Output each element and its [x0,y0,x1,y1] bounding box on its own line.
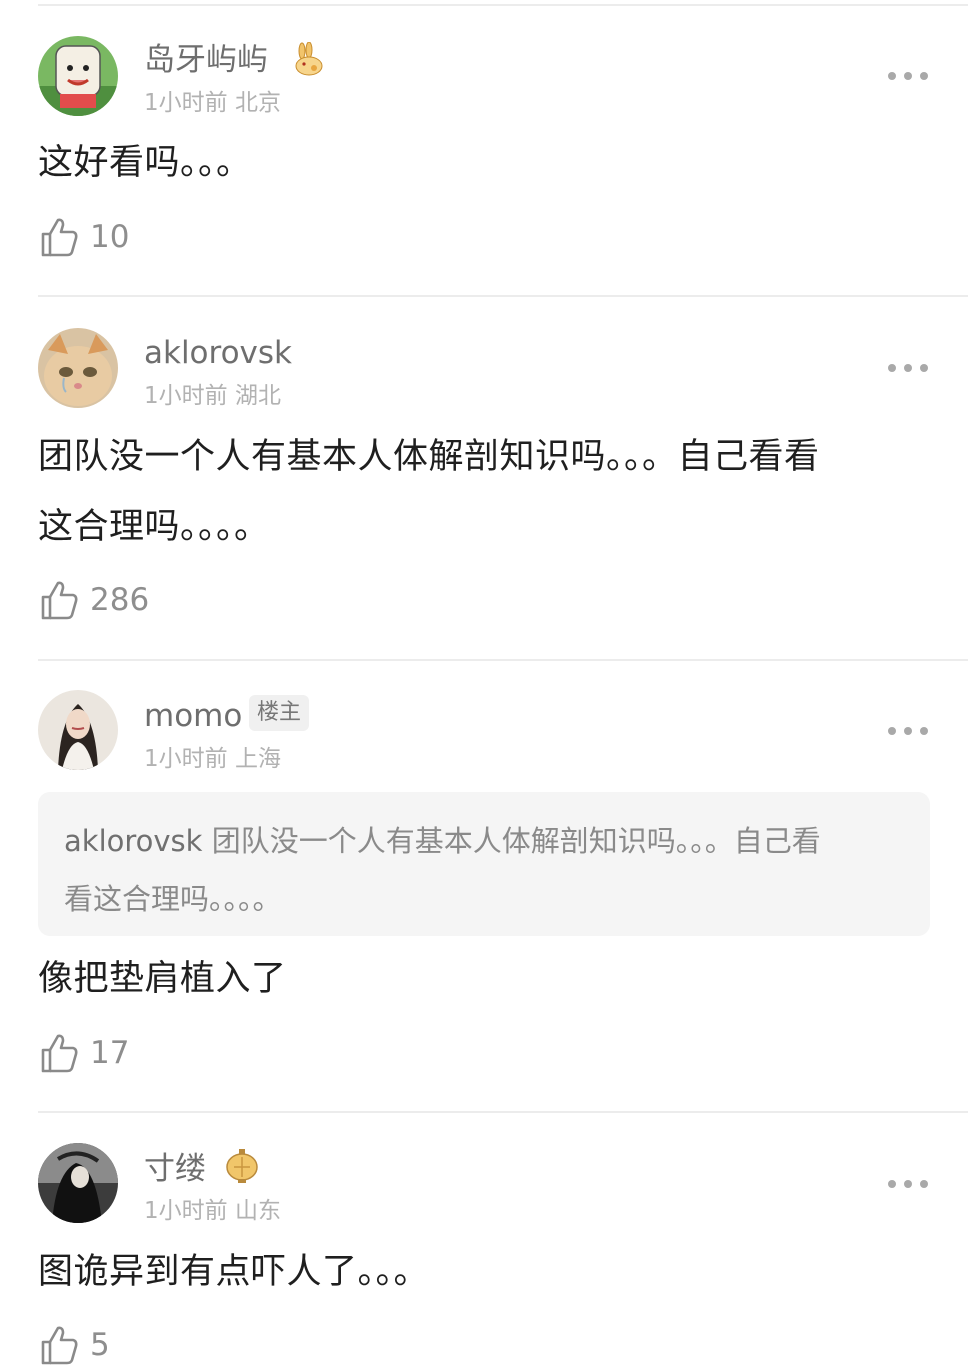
lantern-badge-icon [224,1148,260,1184]
more-dot-icon [888,727,896,735]
like-count: 17 [90,1035,130,1071]
more-options-button[interactable] [888,68,928,84]
thumbs-up-icon [41,218,78,257]
comment-meta: 1小时前 山东 [144,1196,281,1226]
like-button[interactable]: 17 [40,1033,129,1073]
op-badge: 楼主 [249,695,310,731]
username[interactable]: 寸缕 [144,1149,206,1189]
like-button[interactable]: 10 [40,217,129,257]
quoted-text: 团队没一个人有基本人体解剖知识吗。。。自己看 [211,824,821,858]
more-dot-icon [920,364,928,372]
location: 上海 [234,746,281,772]
avatar[interactable] [38,328,118,408]
thumbs-up-icon [41,1034,78,1073]
avatar[interactable] [38,690,118,770]
top-divider [38,4,968,6]
comment-meta: 1小时前 北京 [144,88,281,118]
like-button[interactable]: 5 [40,1325,110,1365]
timestamp: 1小时前 [144,746,228,772]
more-options-button[interactable] [888,723,928,739]
more-options-button[interactable] [888,1176,928,1192]
comment-divider [38,1111,968,1113]
ink-figure-avatar-icon [38,1143,118,1223]
quoted-reply-line: aklorovsk 团队没一个人有基本人体解剖知识吗。。。自己看 [64,812,904,870]
more-dot-icon [888,1180,896,1188]
more-dot-icon [904,1180,912,1188]
comment-meta: 1小时前 上海 [144,744,281,774]
comment-text: 团队没一个人有基本人体解剖知识吗。。。自己看看 这合理吗。。。。 [38,422,928,562]
more-dot-icon [920,1180,928,1188]
more-dot-icon [904,72,912,80]
rabbit-badge-icon [290,41,326,78]
more-dot-icon [888,72,896,80]
woman-avatar-icon [38,690,118,770]
username[interactable]: momo [144,696,242,736]
comment-text: 这好看吗。。。 [38,143,252,183]
more-dot-icon [888,364,896,372]
comment-divider [38,295,968,297]
more-dot-icon [920,727,928,735]
quoted-text: 看这合理吗。。。。 [64,882,282,916]
cat-avatar-icon [38,328,118,408]
like-button[interactable]: 286 [40,580,149,620]
timestamp: 1小时前 [144,1198,228,1224]
timestamp: 1小时前 [144,383,228,409]
quoted-username: aklorovsk [64,824,203,858]
username[interactable]: 岛牙屿屿 [144,40,268,80]
avatar[interactable] [38,1143,118,1223]
username[interactable]: aklorovsk [144,333,292,373]
comment-text-line: 这合理吗。。。。 [38,507,270,547]
like-count: 5 [90,1327,110,1363]
avatar[interactable] [38,36,118,116]
comment-text: 像把垫肩植入了 [38,959,287,999]
thumbs-up-icon [41,1326,78,1365]
comment-meta: 1小时前 湖北 [144,381,281,411]
more-options-button[interactable] [888,360,928,376]
timestamp: 1小时前 [144,90,228,116]
comment-text-line: 团队没一个人有基本人体解剖知识吗。。。自己看看 [38,437,820,477]
more-dot-icon [920,72,928,80]
quoted-reply[interactable]: aklorovsk 团队没一个人有基本人体解剖知识吗。。。自己看 看这合理吗。。… [38,792,930,936]
thumbs-up-icon [41,581,78,620]
like-count: 286 [90,582,150,618]
location: 北京 [234,90,281,116]
comment-divider [38,659,968,661]
comment-text: 图诡异到有点吓人了。。。 [38,1252,430,1292]
avatar-image-icon [38,36,118,116]
more-dot-icon [904,727,912,735]
location: 湖北 [234,383,281,409]
location: 山东 [234,1198,281,1224]
like-count: 10 [90,219,130,255]
more-dot-icon [904,364,912,372]
